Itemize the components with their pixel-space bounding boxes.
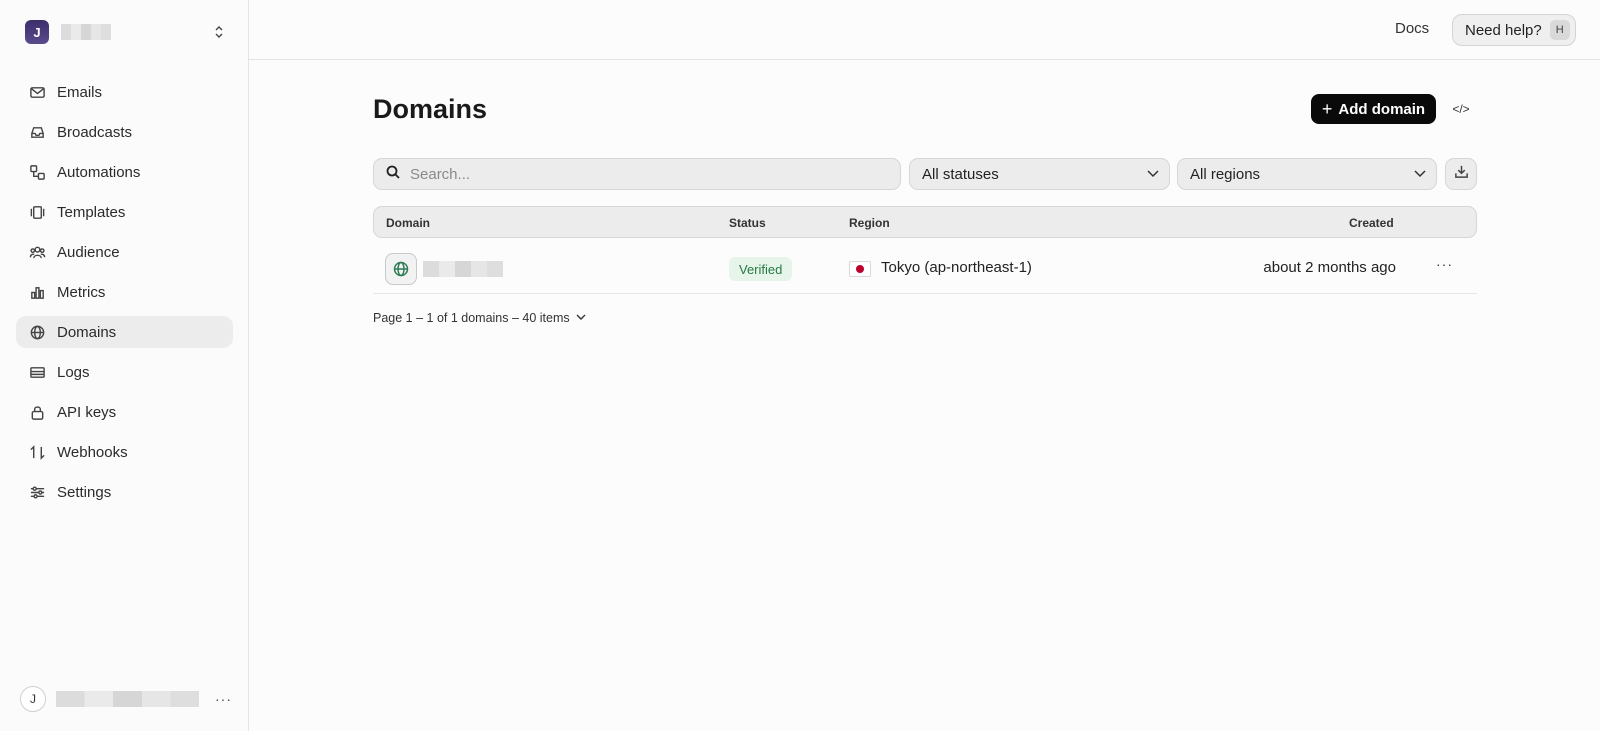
code-icon[interactable]: </> [1451, 99, 1471, 119]
sidebar-item-logs[interactable]: Logs [16, 356, 233, 388]
sliders-icon [28, 483, 46, 501]
sidebar-item-label: Settings [57, 483, 112, 501]
need-help-label: Need help? [1465, 21, 1542, 39]
team-switcher[interactable]: J [16, 16, 232, 48]
sidebar-item-metrics[interactable]: Metrics [16, 276, 233, 308]
users-icon [28, 243, 46, 261]
sidebar-item-label: API keys [57, 403, 117, 421]
page-title: Domains [373, 94, 488, 124]
region-filter-value: All regions [1190, 165, 1261, 183]
sidebar: J Emails Broadcasts Automations Template… [0, 0, 249, 731]
keyboard-shortcut-badge: H [1549, 20, 1570, 40]
sidebar-item-domains[interactable]: Domains [16, 316, 233, 348]
domain-name-redacted[interactable] [423, 261, 503, 277]
chevron-up-down-icon[interactable] [212, 24, 226, 40]
globe-icon [28, 323, 46, 341]
sidebar-item-label: Emails [57, 83, 103, 101]
docs-link[interactable]: Docs [1395, 20, 1429, 37]
row-actions-more-icon[interactable]: ··· [1436, 256, 1453, 272]
sidebar-item-label: Domains [57, 323, 117, 341]
sidebar-item-settings[interactable]: Settings [16, 476, 233, 508]
column-header-status[interactable]: Status [729, 216, 766, 230]
sidebar-item-label: Templates [57, 203, 126, 221]
chevron-down-icon [1414, 167, 1426, 181]
column-header-created[interactable]: Created [1349, 216, 1394, 230]
status-badge: Verified [729, 257, 793, 281]
status-filter-select[interactable]: All statuses [909, 158, 1170, 190]
team-avatar: J [25, 20, 49, 44]
mail-icon [28, 83, 46, 101]
plus-icon: + [1321, 98, 1333, 119]
search-input[interactable] [410, 165, 870, 183]
bar-chart-icon [28, 283, 46, 301]
sidebar-item-api-keys[interactable]: API keys [16, 396, 233, 428]
region-value: Tokyo (ap-northeast-1) [881, 259, 1032, 276]
pagination-label: Page 1 – 1 of 1 domains – 40 items [373, 311, 570, 325]
column-header-region[interactable]: Region [849, 216, 890, 230]
status-filter-value: All statuses [922, 165, 999, 183]
table-header: Domain Status Region Created [373, 206, 1477, 238]
need-help-button[interactable]: Need help? H [1452, 14, 1576, 46]
sidebar-nav: Emails Broadcasts Automations Templates … [16, 76, 233, 516]
user-menu[interactable]: J ··· [20, 686, 232, 712]
column-header-domain[interactable]: Domain [386, 216, 430, 230]
user-avatar: J [20, 686, 46, 712]
sidebar-item-label: Webhooks [57, 443, 128, 461]
pagination[interactable]: Page 1 – 1 of 1 domains – 40 items [373, 311, 586, 325]
sidebar-item-label: Audience [57, 243, 120, 261]
templates-icon [28, 203, 46, 221]
download-icon [1454, 164, 1469, 184]
add-domain-label: Add domain [1338, 100, 1426, 118]
chevron-down-icon [576, 313, 586, 324]
search-icon [386, 165, 400, 184]
workflow-icon [28, 163, 46, 181]
export-button[interactable] [1445, 158, 1477, 190]
created-value: about 2 months ago [1263, 259, 1396, 276]
more-icon[interactable]: ··· [215, 691, 232, 707]
chevron-down-icon [1147, 167, 1159, 181]
sidebar-item-label: Automations [57, 163, 141, 181]
logs-icon [28, 363, 46, 381]
sidebar-item-label: Logs [57, 363, 90, 381]
japan-flag-icon [849, 261, 871, 277]
add-domain-button[interactable]: + Add domain [1311, 94, 1436, 124]
lock-icon [28, 403, 46, 421]
topbar: Docs Need help? H [249, 0, 1600, 60]
table-row[interactable]: Verified Tokyo (ap-northeast-1) about 2 … [373, 244, 1477, 294]
sidebar-item-emails[interactable]: Emails [16, 76, 233, 108]
webhook-icon [28, 443, 46, 461]
sidebar-item-label: Metrics [57, 283, 106, 301]
team-name-redacted [61, 24, 111, 40]
sidebar-item-webhooks[interactable]: Webhooks [16, 436, 233, 468]
sidebar-item-audience[interactable]: Audience [16, 236, 233, 268]
sidebar-item-automations[interactable]: Automations [16, 156, 233, 188]
sidebar-item-broadcasts[interactable]: Broadcasts [16, 116, 233, 148]
search-field[interactable] [373, 158, 901, 190]
region-filter-select[interactable]: All regions [1177, 158, 1437, 190]
sidebar-item-templates[interactable]: Templates [16, 196, 233, 228]
user-name-redacted [56, 691, 199, 707]
sidebar-item-label: Broadcasts [57, 123, 133, 141]
domain-globe-icon [385, 253, 417, 285]
inbox-icon [28, 123, 46, 141]
